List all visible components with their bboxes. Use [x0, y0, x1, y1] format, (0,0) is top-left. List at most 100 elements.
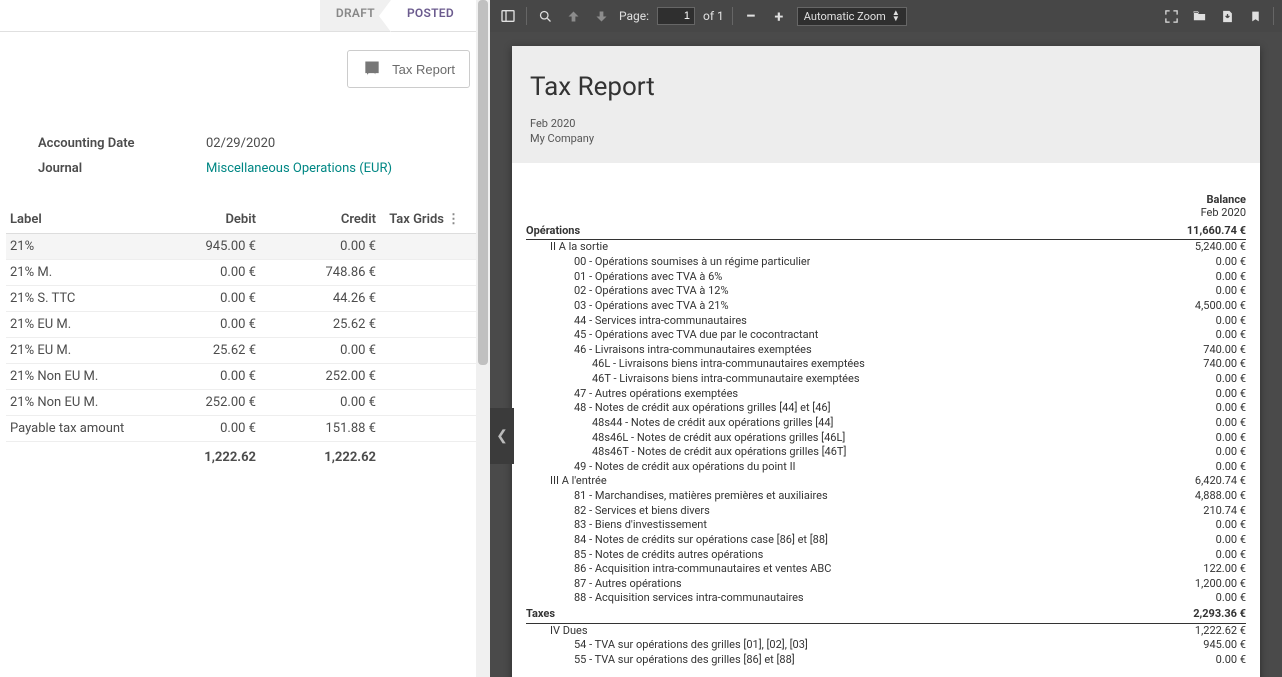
cell-taxgrids [376, 395, 446, 410]
report-line: 82 - Services et biens divers210.74 € [526, 504, 1246, 519]
zoom-out-icon[interactable]: − [741, 6, 761, 26]
line-value: 0.00 € [1208, 284, 1246, 299]
line-label: 46L - Livraisons biens intra-communautai… [592, 357, 865, 372]
doc-title: Tax Report [530, 72, 1242, 102]
chevron-left-icon: ❮ [496, 428, 508, 444]
cell-debit: 0.00 € [136, 317, 256, 332]
header-credit[interactable]: Credit [256, 212, 376, 227]
open-file-icon[interactable] [1189, 6, 1209, 26]
line-value: 4,888.00 € [1187, 489, 1246, 504]
tax-report-button[interactable]: Tax Report [347, 50, 470, 88]
header-label[interactable]: Label [6, 212, 136, 227]
table-row[interactable]: 21% EU M.25.62 €0.00 € [6, 338, 484, 364]
cell-label: 21% [6, 239, 136, 254]
cell-credit: 0.00 € [256, 239, 376, 254]
zoom-select[interactable]: Automatic Zoom ▲▼ [797, 7, 907, 26]
cell-debit: 25.62 € [136, 343, 256, 358]
kebab-icon[interactable]: ⋮ [446, 212, 460, 227]
cell-credit: 252.00 € [256, 369, 376, 384]
form-fields: Accounting Date 02/29/2020 Journal Misce… [0, 96, 490, 206]
page-input[interactable] [657, 7, 695, 25]
line-label: 85 - Notes de crédits autres opérations [574, 548, 763, 563]
cell-credit: 0.00 € [256, 343, 376, 358]
report-line: 47 - Autres opérations exemptées 0.00 € [526, 387, 1246, 402]
scrollbar[interactable] [476, 0, 490, 677]
prev-page-icon[interactable] [563, 6, 583, 26]
search-icon[interactable] [535, 6, 555, 26]
line-label: 48s44 - Notes de crédit aux opérations g… [592, 416, 833, 431]
line-value: 0.00 € [1208, 431, 1246, 446]
line-label: 46 - Livraisons intra-communautaires exe… [574, 343, 812, 358]
report-line: 83 - Biens d'investissement0.00 € [526, 518, 1246, 533]
line-value: 0.00 € [1208, 533, 1246, 548]
cell-debit: 945.00 € [136, 239, 256, 254]
line-label: 54 - TVA sur opérations des grilles [01]… [574, 638, 808, 653]
total-credit: 1,222.62 [256, 450, 376, 465]
journal-value[interactable]: Miscellaneous Operations (EUR) [206, 161, 392, 176]
page-label: Page: [619, 9, 649, 23]
sidebar-toggle-icon[interactable] [498, 6, 518, 26]
table-row[interactable]: 21% M.0.00 €748.86 € [6, 260, 484, 286]
line-value: 5,240.00 € [1187, 240, 1246, 255]
table-row[interactable]: 21% Non EU M.252.00 €0.00 € [6, 390, 484, 416]
cell-label: 21% M. [6, 265, 136, 280]
line-value: 2,293.36 € [1185, 607, 1246, 622]
zoom-in-icon[interactable]: + [769, 6, 789, 26]
table-row[interactable]: 21%945.00 €0.00 € [6, 234, 484, 260]
cell-debit: 0.00 € [136, 291, 256, 306]
header-debit[interactable]: Debit [136, 212, 256, 227]
line-value: 740.00 € [1195, 357, 1246, 372]
cell-credit: 25.62 € [256, 317, 376, 332]
collapse-handle[interactable]: ❮ [490, 408, 514, 464]
report-line: Opérations11,660.74 € [526, 224, 1246, 241]
table-row[interactable]: 21% S. TTC0.00 €44.26 € [6, 286, 484, 312]
line-value: 740.00 € [1195, 343, 1246, 358]
header-taxgrids[interactable]: Tax Grids [376, 212, 446, 227]
cell-debit: 0.00 € [136, 369, 256, 384]
cell-taxgrids [376, 291, 446, 306]
line-label: 47 - Autres opérations exemptées [574, 387, 738, 402]
pdf-panel: Page: of 1 − + Automatic Zoom ▲▼ Tax Rep… [490, 0, 1282, 677]
cell-credit: 0.00 € [256, 395, 376, 410]
scrollbar-thumb[interactable] [478, 0, 488, 365]
balance-period: Feb 2020 [512, 206, 1246, 219]
doc-header: Tax Report Feb 2020 My Company [512, 46, 1260, 163]
line-label: 48s46L - Notes de crédit aux opérations … [592, 431, 845, 446]
line-value: 0.00 € [1208, 387, 1246, 402]
line-label: 84 - Notes de crédits sur opérations cas… [574, 533, 828, 548]
line-value: 1,222.62 € [1187, 624, 1246, 639]
next-page-icon[interactable] [591, 6, 611, 26]
book-icon [362, 59, 382, 79]
line-label: 46T - Livraisons biens intra-communautai… [592, 372, 860, 387]
table-row[interactable]: 21% Non EU M.0.00 €252.00 € [6, 364, 484, 390]
grid-total-row: 1,222.62 1,222.62 [6, 442, 484, 470]
report-line: 48 - Notes de crédit aux opérations gril… [526, 401, 1246, 416]
line-value: 945.00 € [1195, 638, 1246, 653]
cell-taxgrids [376, 369, 446, 384]
report-line: IV Dues1,222.62 € [526, 624, 1246, 639]
journal-label: Journal [38, 161, 206, 176]
report-line: 46T - Livraisons biens intra-communautai… [526, 372, 1246, 387]
bookmark-icon[interactable] [1245, 6, 1265, 26]
pdf-viewport[interactable]: Tax Report Feb 2020 My Company Balance F… [490, 32, 1282, 677]
table-row[interactable]: Payable tax amount0.00 €151.88 € [6, 416, 484, 442]
report-line: 46 - Livraisons intra-communautaires exe… [526, 343, 1246, 358]
table-row[interactable]: 21% EU M.0.00 €25.62 € [6, 312, 484, 338]
report-line: 85 - Notes de crédits autres opérations 0… [526, 548, 1246, 563]
tax-report-label: Tax Report [392, 62, 455, 77]
balance-header: Balance Feb 2020 [512, 163, 1260, 223]
line-value: 0.00 € [1208, 460, 1246, 475]
fullscreen-icon[interactable] [1161, 6, 1181, 26]
journal-items-grid: Label Debit Credit Tax Grids ⋮ 21%945.00… [0, 206, 490, 480]
download-icon[interactable] [1217, 6, 1237, 26]
report-line: 02 - Opérations avec TVA à 12%0.00 € [526, 284, 1246, 299]
line-value: 0.00 € [1208, 591, 1246, 606]
report-line: 88 - Acquisition services intra-communau… [526, 591, 1246, 606]
line-value: 0.00 € [1208, 372, 1246, 387]
tab-posted[interactable]: POSTED [391, 0, 470, 31]
line-value: 0.00 € [1208, 548, 1246, 563]
report-line: 48s46T - Notes de crédit aux opérations … [526, 445, 1246, 460]
pdf-toolbar: Page: of 1 − + Automatic Zoom ▲▼ [490, 0, 1282, 32]
report-line: 55 - TVA sur opérations des grilles [86]… [526, 653, 1246, 668]
line-value: 0.00 € [1208, 270, 1246, 285]
